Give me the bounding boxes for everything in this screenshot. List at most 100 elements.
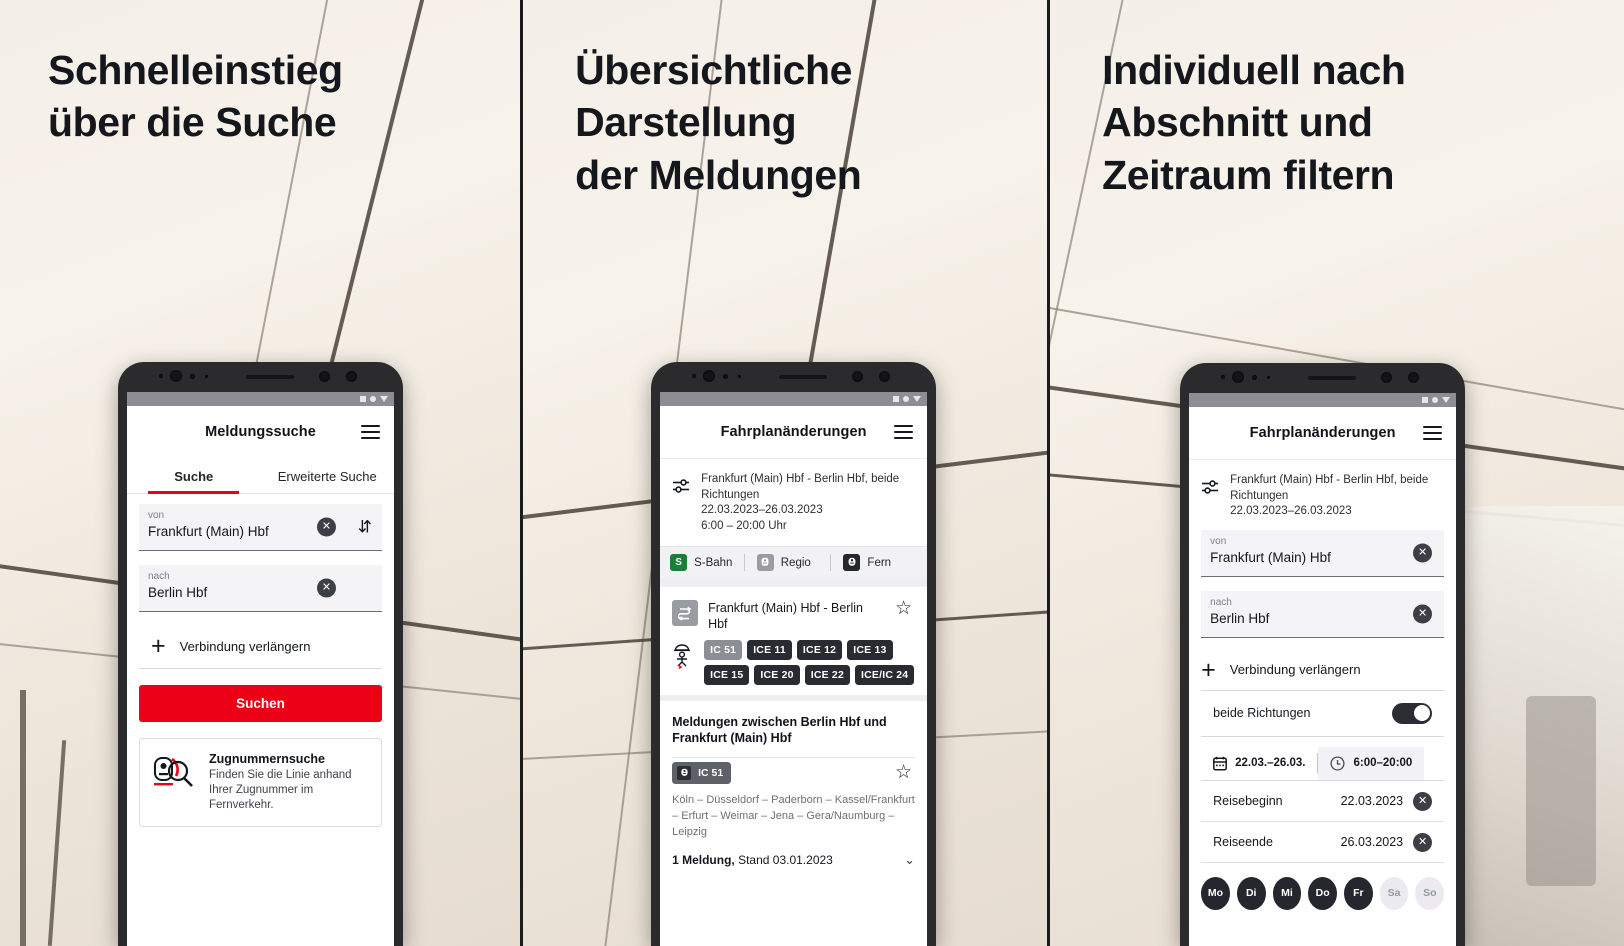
weekday-so[interactable]: So [1415, 876, 1445, 910]
clear-nach-icon[interactable]: ✕ [317, 578, 336, 598]
reiseende-label: Reiseende [1213, 835, 1273, 849]
hamburger-icon[interactable] [1423, 426, 1443, 440]
mode-s-bahn-label: S-Bahn [694, 556, 733, 569]
zugnummernsuche-text: Finden Sie die Linie anhand Ihrer Zugnum… [209, 769, 352, 811]
s-bahn-icon: S [670, 554, 688, 571]
train-badge[interactable]: ICE 20 [754, 665, 800, 685]
weekday-fr[interactable]: Fr [1344, 876, 1373, 910]
clear-von-icon[interactable]: ✕ [317, 517, 336, 537]
both-directions-switch[interactable] [1392, 702, 1433, 724]
status-triangle-icon [380, 396, 388, 402]
app-header: Meldungssuche [127, 406, 394, 458]
search-fields: von Frankfurt (Main) Hbf ✕ ⇵ nach Berlin… [127, 494, 394, 612]
weekday-mi[interactable]: Mi [1272, 876, 1302, 910]
line-chip[interactable]: IC 51 [672, 762, 732, 784]
phone-mockup-2: Fahrplanänderungen Frankfurt (Main) Hbf … [651, 362, 937, 946]
summary-line-1: Frankfurt (Main) Hbf - Berlin Hbf, beide… [701, 473, 900, 501]
clear-von-icon[interactable]: ✕ [1413, 543, 1433, 562]
connection-title: Frankfurt (Main) Hbf - Berlin Hbf [708, 601, 863, 631]
train-badge[interactable]: ICE 13 [847, 640, 893, 660]
train-badge[interactable]: ICE 12 [796, 640, 843, 660]
star-outline-icon[interactable]: ☆ [895, 763, 915, 782]
chip-date-range[interactable]: 22.03.–26.03. [1201, 747, 1317, 780]
star-outline-icon[interactable]: ☆ [895, 599, 915, 618]
both-directions-toggle-row[interactable]: beide Richtungen [1201, 691, 1445, 737]
phone-bezel-top [118, 362, 403, 392]
mode-regio[interactable]: Regio [743, 554, 831, 571]
clock-icon [1330, 755, 1346, 771]
status-square-icon [893, 396, 900, 402]
extend-connection-row[interactable]: + Verbindung verlängern [1201, 652, 1445, 691]
train-badge[interactable]: IC 51 [704, 640, 743, 660]
line-chip-label: IC 51 [698, 767, 724, 779]
phone-bezel-top [651, 362, 936, 392]
swap-arrows-icon[interactable]: ⇵ [358, 519, 372, 536]
weekday-di[interactable]: Di [1236, 876, 1266, 910]
search-summary[interactable]: Frankfurt (Main) Hbf - Berlin Hbf, beide… [660, 458, 928, 546]
zugnummernsuche-title: Zugnummernsuche [209, 752, 325, 766]
connection-header[interactable]: Frankfurt (Main) Hbf - Berlin Hbf ☆ [660, 587, 927, 640]
weekday-selector: Mo Di Mi Do Fr Sa So [1189, 863, 1456, 910]
mode-fern[interactable]: Fern [830, 554, 917, 571]
status-triangle-icon [913, 396, 922, 402]
field-nach-label: nach [148, 571, 170, 582]
hamburger-icon[interactable] [894, 425, 914, 439]
field-von-value: Frankfurt (Main) Hbf [148, 524, 269, 539]
chip-time-range[interactable]: 6:00–20:00 [1318, 746, 1425, 780]
train-badge[interactable]: ICE/IC 24 [855, 665, 915, 685]
reisebeginn-label: Reisebeginn [1213, 794, 1283, 808]
both-directions-label: beide Richtungen [1213, 706, 1311, 720]
tab-suche[interactable]: Suche [127, 458, 261, 494]
tab-bar: Suche Erweiterte Suche [127, 458, 394, 494]
status-square-icon [360, 396, 366, 402]
promo-stage: Schnelleinstieg über die Suche Meldungss… [0, 0, 1624, 946]
headline-3: Individuell nach Abschnitt und Zeitraum … [1102, 47, 1406, 198]
page-title: Meldungssuche [205, 424, 316, 440]
weekday-do[interactable]: Do [1308, 876, 1338, 910]
mode-fern-label: Fern [867, 556, 892, 569]
status-bar [1189, 393, 1457, 407]
construction-worker-icon [672, 640, 694, 671]
zugnummernsuche-card[interactable]: Zugnummernsuche Finden Sie die Linie anh… [139, 738, 382, 827]
row-reisebeginn[interactable]: Reisebeginn 22.03.2023 ✕ [1201, 781, 1445, 822]
field-nach[interactable]: nach Berlin Hbf ✕ [139, 565, 382, 612]
status-circle-icon [903, 396, 910, 402]
extend-connection-row[interactable]: + Verbindung verlängern [139, 626, 382, 669]
phone-bezel-top [1180, 363, 1465, 393]
train-badge[interactable]: ICE 15 [704, 665, 750, 685]
mode-s-bahn[interactable]: S S-Bahn [670, 554, 744, 571]
field-nach-value: Berlin Hbf [148, 585, 208, 600]
summary-line-3: 6:00 – 20:00 Uhr [701, 519, 787, 532]
field-nach[interactable]: nach Berlin Hbf ✕ [1201, 590, 1445, 638]
fern-train-icon [677, 766, 692, 780]
search-button[interactable]: Suchen [139, 685, 382, 722]
clear-nach-icon[interactable]: ✕ [1413, 604, 1433, 623]
weekday-sa[interactable]: Sa [1379, 876, 1409, 910]
tab-erweiterte-suche[interactable]: Erweiterte Suche [261, 458, 395, 493]
panel-1: Schnelleinstieg über die Suche Meldungss… [0, 0, 521, 946]
hamburger-icon[interactable] [361, 425, 380, 439]
field-von[interactable]: von Frankfurt (Main) Hbf ✕ [1201, 529, 1445, 577]
message-route: Köln – Düsseldorf – Paderborn – Kassel/F… [672, 794, 915, 838]
headline-1: Schnelleinstieg über die Suche [48, 47, 343, 146]
weekday-mo[interactable]: Mo [1201, 876, 1230, 910]
train-badge[interactable]: ICE 22 [804, 665, 851, 685]
phone-mockup-3: Fahrplanänderungen Frankfurt (Main) Hbf … [1180, 363, 1466, 946]
train-magnifier-icon [152, 752, 196, 792]
train-badge[interactable]: ICE 11 [747, 640, 792, 660]
summary-line-2: 22.03.2023–26.03.2023 [1230, 505, 1352, 517]
status-triangle-icon [1442, 397, 1451, 403]
chip-time-range-label: 6:00–20:00 [1353, 757, 1413, 769]
clear-reiseende-icon[interactable]: ✕ [1413, 832, 1433, 852]
chip-date-range-label: 22.03.–26.03. [1235, 757, 1306, 769]
message-count-rest: Stand 03.01.2023 [734, 853, 833, 867]
field-von[interactable]: von Frankfurt (Main) Hbf ✕ ⇵ [139, 504, 382, 551]
app-header: Fahrplanänderungen [1189, 407, 1457, 459]
chevron-down-icon[interactable]: ⌄ [904, 852, 915, 868]
search-summary[interactable]: Frankfurt (Main) Hbf - Berlin Hbf, beide… [1189, 459, 1457, 528]
regio-train-icon [756, 554, 774, 571]
row-reiseende[interactable]: Reiseende 26.03.2023 ✕ [1201, 822, 1445, 863]
message-header[interactable]: IC 51 ☆ [660, 758, 927, 790]
message-count-row[interactable]: 1 Meldung, Stand 03.01.2023 ⌄ [660, 840, 927, 878]
clear-reisebeginn-icon[interactable]: ✕ [1413, 791, 1433, 811]
